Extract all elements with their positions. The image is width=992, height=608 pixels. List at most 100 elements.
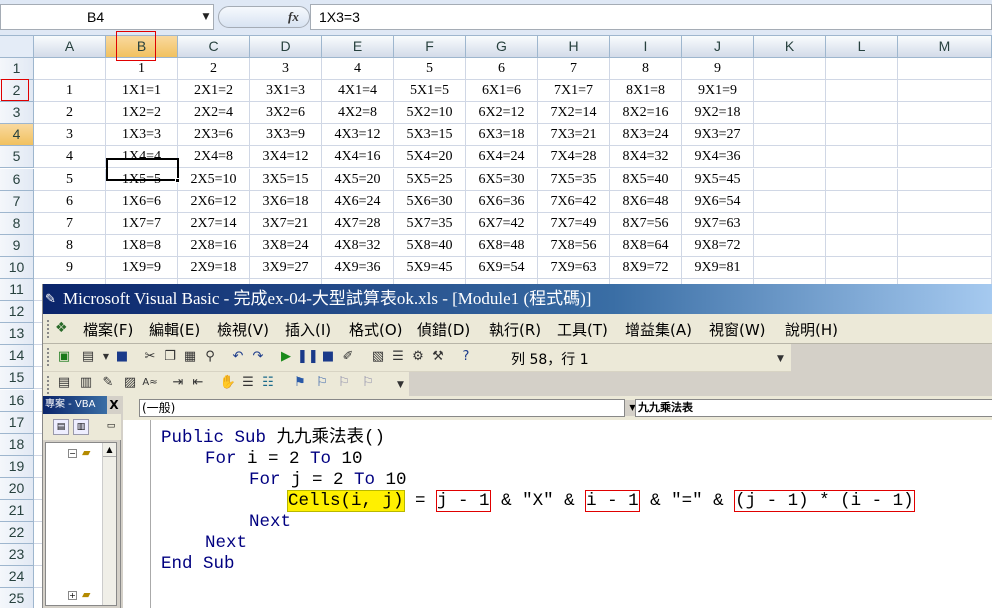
column-header-c[interactable]: C [178, 36, 250, 58]
row-header-24[interactable]: 24 [0, 566, 34, 589]
insert-function-icon[interactable]: fx [288, 9, 299, 25]
cell-i7[interactable]: 8X6=48 [610, 190, 682, 213]
cell-l2[interactable] [826, 80, 898, 103]
cell-d10[interactable]: 3X9=27 [250, 256, 322, 279]
cell-c7[interactable]: 2X6=12 [178, 190, 250, 213]
cell-k8[interactable] [754, 212, 826, 235]
cell-e8[interactable]: 4X7=28 [322, 212, 394, 235]
row-header-20[interactable]: 20 [0, 477, 34, 500]
cell-l3[interactable] [826, 102, 898, 125]
cell-m5[interactable] [898, 146, 992, 169]
view-object-icon[interactable]: ▥ [73, 419, 89, 435]
cell-c9[interactable]: 2X8=16 [178, 234, 250, 257]
cell-g5[interactable]: 6X4=24 [466, 146, 538, 169]
column-header-d[interactable]: D [250, 36, 322, 58]
cell-j5[interactable]: 9X4=36 [682, 146, 754, 169]
cell-a5[interactable]: 4 [34, 146, 106, 169]
view-code-icon[interactable]: ▤ [53, 419, 69, 435]
procedure-dropdown[interactable]: 九九乘法表 [635, 399, 992, 417]
row-header-17[interactable]: 17 [0, 411, 34, 434]
menu-debug[interactable]: 偵錯(D) [417, 319, 470, 340]
previous-bookmark-icon[interactable]: ⚐ [335, 374, 353, 392]
toolbox-icon[interactable]: ⚒ [429, 348, 447, 366]
cell-e7[interactable]: 4X6=24 [322, 190, 394, 213]
cell-l9[interactable] [826, 234, 898, 257]
cell-e4[interactable]: 4X3=12 [322, 124, 394, 147]
row-header-22[interactable]: 22 [0, 522, 34, 545]
cell-a2[interactable]: 1 [34, 80, 106, 103]
object-dropdown[interactable]: (一般) ▼ [139, 399, 640, 417]
cell-m10[interactable] [898, 256, 992, 279]
project-explorer-icon[interactable]: ▧ [369, 348, 387, 366]
column-header-m[interactable]: M [898, 36, 992, 58]
clear-bookmarks-icon[interactable]: ⚐ [359, 374, 377, 392]
outdent-icon[interactable]: ⇤ [189, 374, 207, 392]
cell-j8[interactable]: 9X7=63 [682, 212, 754, 235]
cell-l4[interactable] [826, 124, 898, 147]
cell-k5[interactable] [754, 146, 826, 169]
cell-i6[interactable]: 8X5=40 [610, 168, 682, 191]
parameter-info-icon[interactable]: ▨ [121, 374, 139, 392]
find-icon[interactable]: ⚲ [201, 348, 219, 366]
cell-d6[interactable]: 3X5=15 [250, 168, 322, 191]
cell-g4[interactable]: 6X3=18 [466, 124, 538, 147]
column-header-j[interactable]: J [682, 36, 754, 58]
cell-f10[interactable]: 5X9=45 [394, 256, 466, 279]
formula-input[interactable]: 1X3=3 [310, 4, 992, 30]
object-browser-icon[interactable]: ⚙ [409, 348, 427, 366]
row-header-6[interactable]: 6 [0, 168, 34, 191]
vba-menu-icon[interactable]: ❖ [55, 320, 75, 338]
cell-i9[interactable]: 8X8=64 [610, 234, 682, 257]
cell-m1[interactable] [898, 58, 992, 80]
row-header-8[interactable]: 8 [0, 212, 34, 235]
vba-title-bar[interactable]: ✎ Microsoft Visual Basic - 完成ex-04-大型試算表… [43, 284, 992, 314]
cell-i2[interactable]: 8X1=8 [610, 80, 682, 103]
column-header-e[interactable]: E [322, 36, 394, 58]
comment-block-icon[interactable]: ☰ [239, 374, 257, 392]
cell-j4[interactable]: 9X3=27 [682, 124, 754, 147]
paste-icon[interactable]: ▦ [181, 348, 199, 366]
cell-k7[interactable] [754, 190, 826, 213]
cell-g6[interactable]: 6X5=30 [466, 168, 538, 191]
cell-h6[interactable]: 7X5=35 [538, 168, 610, 191]
uncomment-block-icon[interactable]: ☷ [259, 374, 277, 392]
cell-h8[interactable]: 7X7=49 [538, 212, 610, 235]
menu-insert[interactable]: 插入(I) [285, 319, 331, 340]
cell-f3[interactable]: 5X2=10 [394, 102, 466, 125]
cell-h5[interactable]: 7X4=28 [538, 146, 610, 169]
cell-l6[interactable] [826, 168, 898, 191]
menu-run[interactable]: 執行(R) [489, 319, 541, 340]
cell-c8[interactable]: 2X7=14 [178, 212, 250, 235]
list-constants-icon[interactable]: ▥ [77, 374, 95, 392]
cell-a7[interactable]: 6 [34, 190, 106, 213]
cell-a9[interactable]: 8 [34, 234, 106, 257]
cell-h7[interactable]: 7X6=42 [538, 190, 610, 213]
row-header-18[interactable]: 18 [0, 433, 34, 456]
row-header-13[interactable]: 13 [0, 323, 34, 346]
column-header-i[interactable]: I [610, 36, 682, 58]
row-header-12[interactable]: 12 [0, 301, 34, 324]
cell-i10[interactable]: 8X9=72 [610, 256, 682, 279]
cell-l5[interactable] [826, 146, 898, 169]
run-icon[interactable]: ▶ [277, 348, 295, 366]
menu-format[interactable]: 格式(O) [349, 319, 403, 340]
view-excel-icon[interactable]: ▣ [55, 348, 73, 366]
expand-icon[interactable]: + [68, 591, 77, 600]
cell-h9[interactable]: 7X8=56 [538, 234, 610, 257]
cell-e2[interactable]: 4X1=4 [322, 80, 394, 103]
menu-help[interactable]: 說明(H) [785, 319, 838, 340]
toggle-folders-icon[interactable]: ▭ [103, 419, 119, 435]
quick-info-icon[interactable]: ✎ [99, 374, 117, 392]
row-header-19[interactable]: 19 [0, 455, 34, 478]
row-header-4[interactable]: 4 [0, 124, 34, 147]
cell-b7[interactable]: 1X6=6 [106, 190, 178, 213]
cell-b4[interactable]: 1X3=3 [106, 124, 178, 147]
cell-f1[interactable]: 5 [394, 58, 466, 80]
cell-j10[interactable]: 9X9=81 [682, 256, 754, 279]
menu-view[interactable]: 檢視(V) [217, 319, 269, 340]
cell-d2[interactable]: 3X1=3 [250, 80, 322, 103]
cell-k2[interactable] [754, 80, 826, 103]
scroll-up-icon[interactable]: ▲ [103, 443, 116, 457]
cell-i8[interactable]: 8X7=56 [610, 212, 682, 235]
cell-g1[interactable]: 6 [466, 58, 538, 80]
